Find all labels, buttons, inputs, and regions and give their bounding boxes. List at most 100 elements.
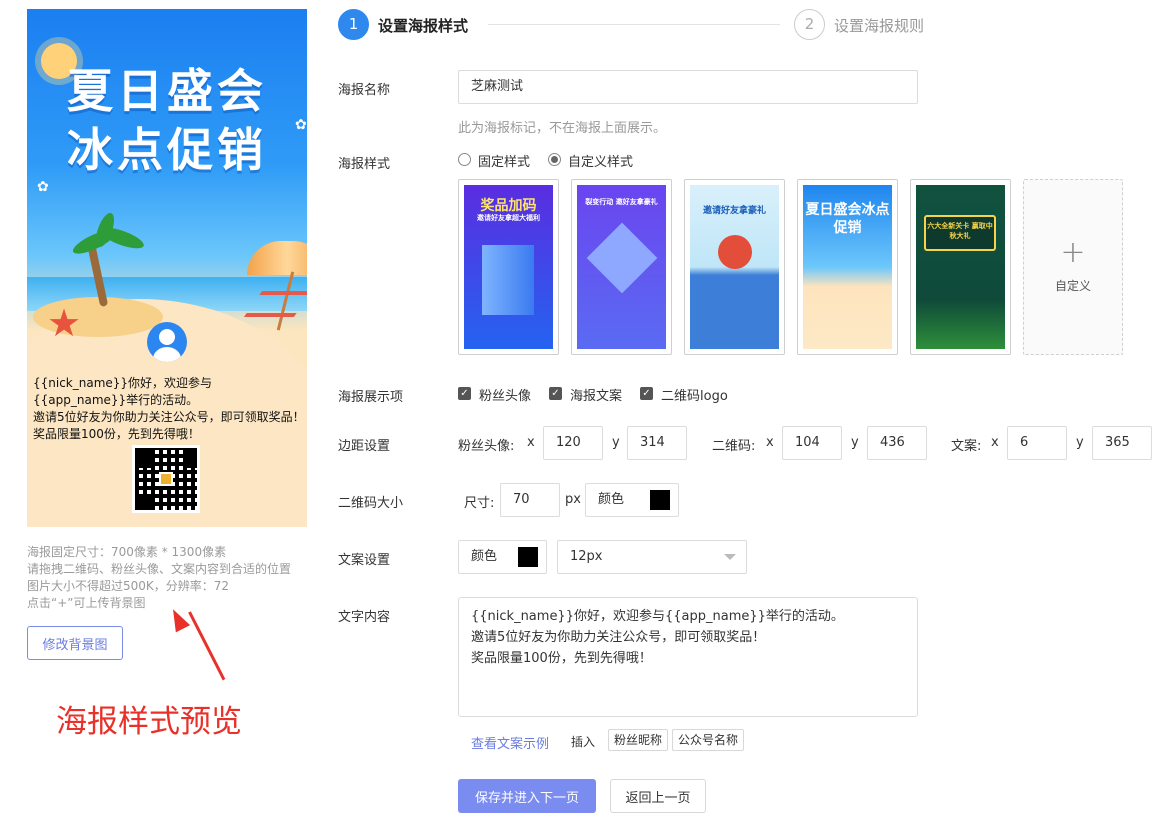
text-color-picker[interactable]: 颜色 [458,540,547,574]
text-content-textarea[interactable]: {{nick_name}}你好，欢迎参与{{app_name}}举行的活动。 邀… [458,597,918,717]
avatar-y-input[interactable]: 314 [627,426,687,460]
show-avatar-checkbox[interactable]: ✓ [458,387,471,400]
qr-y-input[interactable]: 436 [867,426,927,460]
y-label: y [851,435,859,450]
help-line: 图片大小不得超过500K，分辨率：72 [27,579,230,593]
x-label: x [766,435,774,450]
help-line: 请拖拽二维码、粉丝头像、文案内容到合适的位置 [27,562,292,576]
qr-x-input[interactable]: 104 [782,426,842,460]
help-line: 点击“+”可上传背景图 [27,596,146,610]
style-fixed-label: 固定样式 [478,155,531,170]
umbrella-icon [247,241,307,275]
step-2-indicator: 2 [794,9,825,40]
text-color-swatch [518,547,538,567]
style-fixed-radio[interactable] [458,153,471,166]
template-title: 奖品加码 [480,198,537,214]
avatar-head [159,329,175,345]
custom-template-add[interactable]: + 自定义 [1023,179,1123,355]
content-line: 奖品限量100份，先到先得哦！ [471,651,652,666]
qr-dimension-label: 尺寸: [464,496,495,511]
poster-copy-line: 邀请5位好友为你助力关注公众号，即可领取奖品！ [33,410,305,424]
show-copy-checkbox[interactable]: ✓ [549,387,562,400]
y-label: y [1076,435,1084,450]
template-title: 六大全新关卡 赢取中秋大礼 [927,222,993,240]
template-thumb-3[interactable]: 邀请好友拿豪礼 [684,179,785,355]
qr-size-label: 二维码大小 [338,496,404,511]
text-content-label: 文字内容 [338,610,391,625]
template-title: 裂变行动 邀好友拿豪礼 [585,198,658,206]
text-x-input[interactable]: 6 [1007,426,1067,460]
template-subtitle: 邀请好友拿超大福利 [477,214,540,222]
view-copy-example-link[interactable]: 查看文案示例 [471,733,549,752]
font-size-value: 12px [570,549,603,564]
qr-color-picker[interactable]: 颜色 [585,483,679,517]
qr-code[interactable] [132,445,200,513]
text-color-label: 颜色 [471,549,498,564]
show-qr-logo-label: 二维码logo [661,389,728,404]
template-thumb-1[interactable]: 奖品加码 邀请好友拿超大福利 [458,179,559,355]
x-label: x [991,435,999,450]
qr-color-label: 颜色 [598,492,625,507]
save-and-next-button[interactable]: 保存并进入下一页 [458,779,596,813]
avatar-x-input[interactable]: 120 [543,426,603,460]
poster-copy-text[interactable]: {{nick_name}}你好，欢迎参与{{app_name}}举行的活动。 邀… [33,375,305,443]
chevron-down-icon [724,554,736,560]
help-line: 海报固定尺寸：700像素 * 1300像素 [27,545,227,559]
qr-size-input[interactable]: 70 [500,483,560,517]
poster-preview[interactable]: ✿ ✿ 夏日盛会 冰点促销 ★ {{nick_name}}你好，欢迎参与{{ap… [27,9,307,527]
poster-help-text: 海报固定尺寸：700像素 * 1300像素 请拖拽二维码、粉丝头像、文案内容到合… [27,544,291,612]
insert-label: 插入 [571,735,596,749]
qr-color-swatch [650,490,670,510]
template-title: 邀请好友拿豪礼 [702,206,766,216]
style-custom-radio[interactable] [548,153,561,166]
template-thumb-2[interactable]: 裂变行动 邀好友拿豪礼 [571,179,672,355]
template-art [586,222,658,294]
avatar-body [153,347,181,362]
plus-icon: + [1060,235,1086,270]
content-line: 邀请5位好友为你助力关注公众号，即可领取奖品！ [471,630,766,645]
step-divider [488,24,780,25]
annotation-arrow [188,611,226,681]
step-1-label: 设置海报样式 [378,17,469,35]
display-items-label: 海报展示项 [338,390,404,405]
avatar-margin-label: 粉丝头像: [458,439,515,454]
template-art [718,235,752,269]
template-thumb-5[interactable]: 六大全新关卡 赢取中秋大礼 [910,179,1011,355]
text-y-input[interactable]: 365 [1092,426,1152,460]
poster-name-input[interactable]: 芝麻测试 [458,70,918,104]
back-button[interactable]: 返回上一页 [610,779,706,813]
qr-margin-label: 二维码: [712,439,756,454]
poster-style-label: 海报样式 [338,157,391,172]
poster-title-line2: 冰点促销 [67,123,267,177]
poster-copy-line: {{nick_name}}你好，欢迎参与{{app_name}}举行的活动。 [33,376,213,407]
poster-name-label: 海报名称 [338,83,391,98]
qr-unit-label: px [565,492,581,507]
flower-icon: ✿ [37,179,49,195]
template-art [482,245,534,315]
text-margin-label: 文案: [951,439,982,454]
margin-settings-label: 边距设置 [338,439,391,454]
annotation-label: 海报样式预览 [56,704,242,740]
poster-copy-line: 奖品限量100份，先到先得哦！ [33,427,200,441]
step-1-indicator: 1 [338,9,369,40]
show-qr-logo-checkbox[interactable]: ✓ [640,387,653,400]
font-size-select[interactable]: 12px [557,540,747,574]
qr-logo-icon [159,472,173,486]
template-thumb-4[interactable]: 夏日盛会冰点促销 [797,179,898,355]
style-custom-label: 自定义样式 [568,155,634,170]
insert-nickname-tag[interactable]: 粉丝昵称 [608,729,669,751]
starfish-icon: ★ [47,301,82,345]
custom-template-label: 自定义 [1054,279,1091,293]
insert-account-name-tag[interactable]: 公众号名称 [672,729,745,751]
content-line: {{nick_name}}你好，欢迎参与{{app_name}}举行的活动。 [471,609,844,624]
change-background-button[interactable]: 修改背景图 [27,626,123,660]
text-settings-label: 文案设置 [338,553,391,568]
template-title: 夏日盛会冰点促销 [805,202,890,236]
show-copy-label: 海报文案 [570,389,623,404]
y-label: y [612,435,620,450]
show-avatar-label: 粉丝头像 [479,389,532,404]
fan-avatar-placeholder[interactable] [147,322,187,362]
step-2-label: 设置海报规则 [834,17,925,35]
poster-title-line1: 夏日盛会 [67,64,267,118]
poster-name-hint: 此为海报标记，不在海报上面展示。 [458,121,667,136]
